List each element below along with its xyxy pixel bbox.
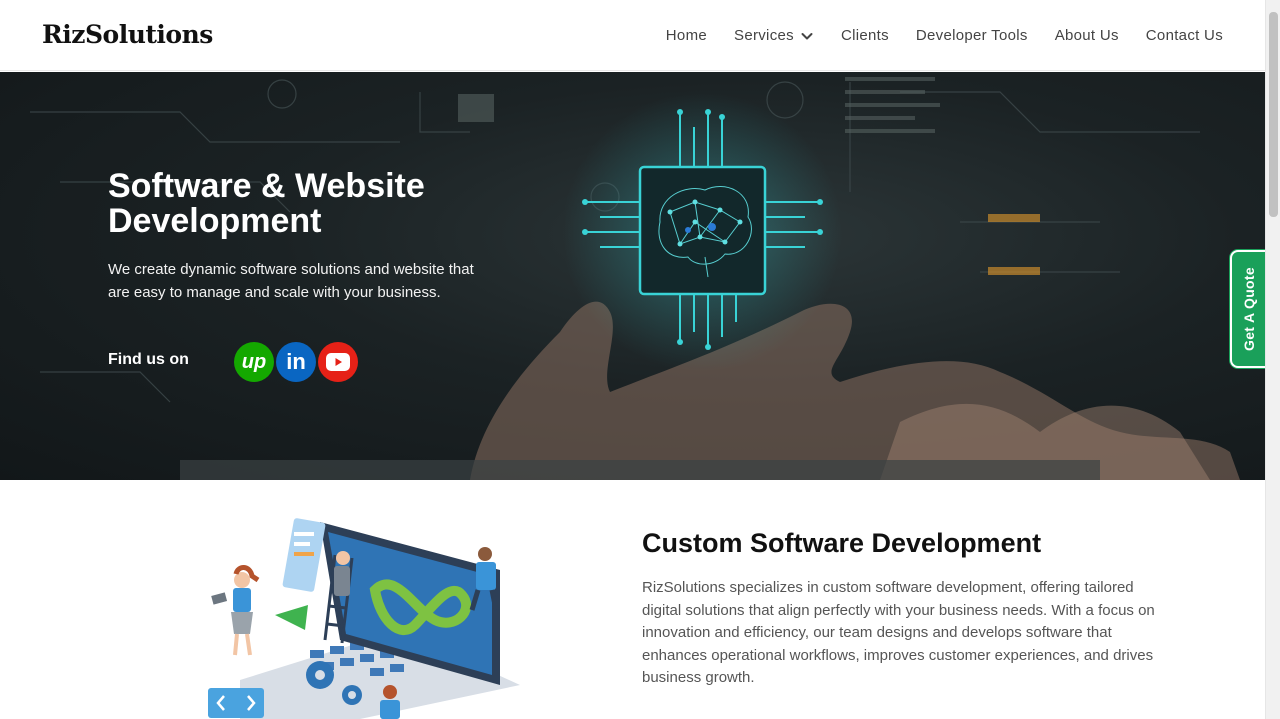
linkedin-link[interactable]: in: [276, 342, 316, 382]
section-description: RizSolutions specializes in custom softw…: [642, 579, 1155, 687]
site-logo[interactable]: RizSolutions: [42, 20, 213, 49]
hero-banner: Software & Website Development We create…: [0, 72, 1265, 480]
hero-subtitle: We create dynamic software solutions and…: [108, 261, 474, 301]
nav-home-label: Home: [665, 27, 708, 44]
chevron-down-icon: [801, 32, 813, 39]
nav-clients[interactable]: Clients: [841, 27, 889, 44]
nav-contact-us[interactable]: Contact Us: [1146, 27, 1223, 44]
nav-home[interactable]: Home: [666, 27, 707, 44]
page-scrollbar[interactable]: [1265, 0, 1280, 719]
linkedin-icon: in: [286, 349, 306, 374]
nav-services[interactable]: Services: [734, 27, 814, 44]
main-nav: Home Services Clients Developer Tools Ab…: [666, 0, 1223, 71]
software-development-illustration: [208, 518, 520, 719]
nav-clients-label: Clients: [840, 27, 889, 44]
get-a-quote-label: Get A Quote: [1240, 267, 1257, 351]
site-header: RizSolutions Home Services Clients Devel…: [0, 0, 1265, 71]
get-a-quote-button[interactable]: Get A Quote: [1230, 250, 1265, 368]
nav-developer-tools[interactable]: Developer Tools: [916, 27, 1028, 44]
scrollbar-thumb[interactable]: [1269, 12, 1278, 217]
nav-contact-us-label: Contact Us: [1145, 27, 1223, 44]
nav-services-label: Services: [734, 27, 794, 44]
upwork-link[interactable]: up: [234, 342, 274, 382]
nav-about-us-label: About Us: [1054, 27, 1119, 44]
upwork-icon: up: [241, 350, 267, 373]
youtube-link[interactable]: [318, 342, 358, 382]
hero-title: Software & Website Development: [108, 167, 425, 240]
section-title: Custom Software Development: [642, 528, 1042, 558]
nav-developer-tools-label: Developer Tools: [915, 27, 1028, 44]
find-us-label: Find us on: [108, 351, 189, 368]
nav-about-us[interactable]: About Us: [1055, 27, 1119, 44]
youtube-icon: [326, 353, 350, 371]
